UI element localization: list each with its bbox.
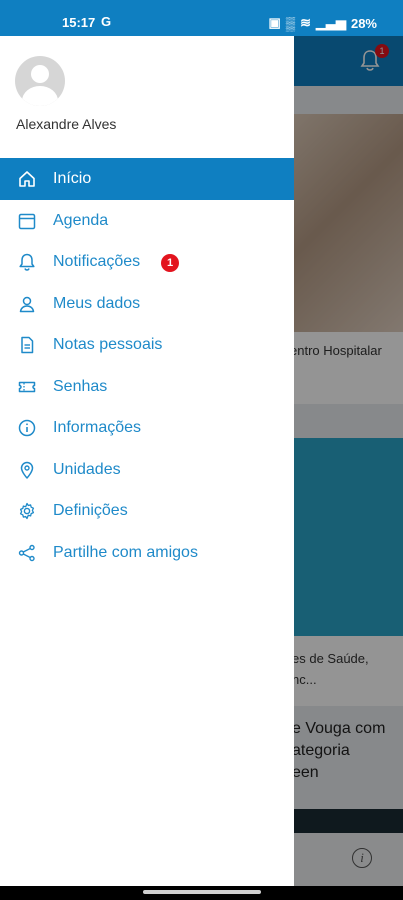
bell-icon [17,252,37,272]
menu-item-label: Notificações [53,253,141,270]
battery-level: 28% [350,15,377,31]
wifi-icon: ≋ [300,15,311,30]
carrier-icon: G [101,14,112,29]
home-icon [17,169,37,189]
status-bar: 15:17 G ▣ ▒ ≋ ▁▃▅ 28% [0,0,403,36]
menu-item-label: Início [53,170,92,187]
menu-item-partilhe[interactable]: Partilhe com amigos [0,532,294,574]
menu-item-informacoes[interactable]: Informações [0,407,294,449]
menu-item-unidades[interactable]: Unidades [0,449,294,491]
menu-item-agenda[interactable]: Agenda [0,200,294,242]
menu-item-label: Partilhe com amigos [53,543,198,561]
profile-header: Alexandre Alves [0,36,294,158]
signal-icon: ▁▃▅ [315,15,346,30]
notification-count-badge: 1 [161,254,179,272]
navigation-drawer: Alexandre Alves Início Agenda Notificaçõ… [0,36,294,886]
menu-item-notificacoes[interactable]: Notificações 1 [0,241,294,283]
share-icon [17,543,37,563]
menu-item-inicio[interactable]: Início [0,158,294,200]
menu-item-label: Unidades [53,460,121,478]
status-time: 15:17 [62,15,96,30]
mute-icon: ▒ [285,15,296,31]
ticket-icon [17,377,37,397]
menu-item-label: Definições [53,502,128,519]
menu-item-notas-pessoais[interactable]: Notas pessoais [0,324,294,366]
menu-item-label: Agenda [53,211,109,229]
avatar[interactable] [15,56,65,106]
calendar-icon [17,211,37,231]
drawer-menu: Início Agenda Notificações 1 Meus dados [0,158,294,573]
menu-item-definicoes[interactable]: Definições [0,490,294,532]
document-icon [17,335,37,355]
info-icon [17,418,37,438]
menu-item-meus-dados[interactable]: Meus dados [0,283,294,325]
menu-item-label: Meus dados [53,294,141,312]
user-name: Alexandre Alves [16,116,117,132]
home-gesture-handle[interactable] [143,890,261,894]
system-navigation-bar [0,886,403,900]
status-icons: ▣ ▒ ≋ ▁▃▅ 28% [269,15,377,31]
menu-item-label: Senhas [53,377,108,395]
menu-item-label: Informações [53,419,142,436]
nfc-icon: ▣ [268,15,281,30]
menu-item-senhas[interactable]: Senhas [0,366,294,408]
location-pin-icon [17,460,37,480]
menu-item-label: Notas pessoais [53,336,163,353]
gear-icon [17,501,37,521]
person-icon [17,294,37,314]
